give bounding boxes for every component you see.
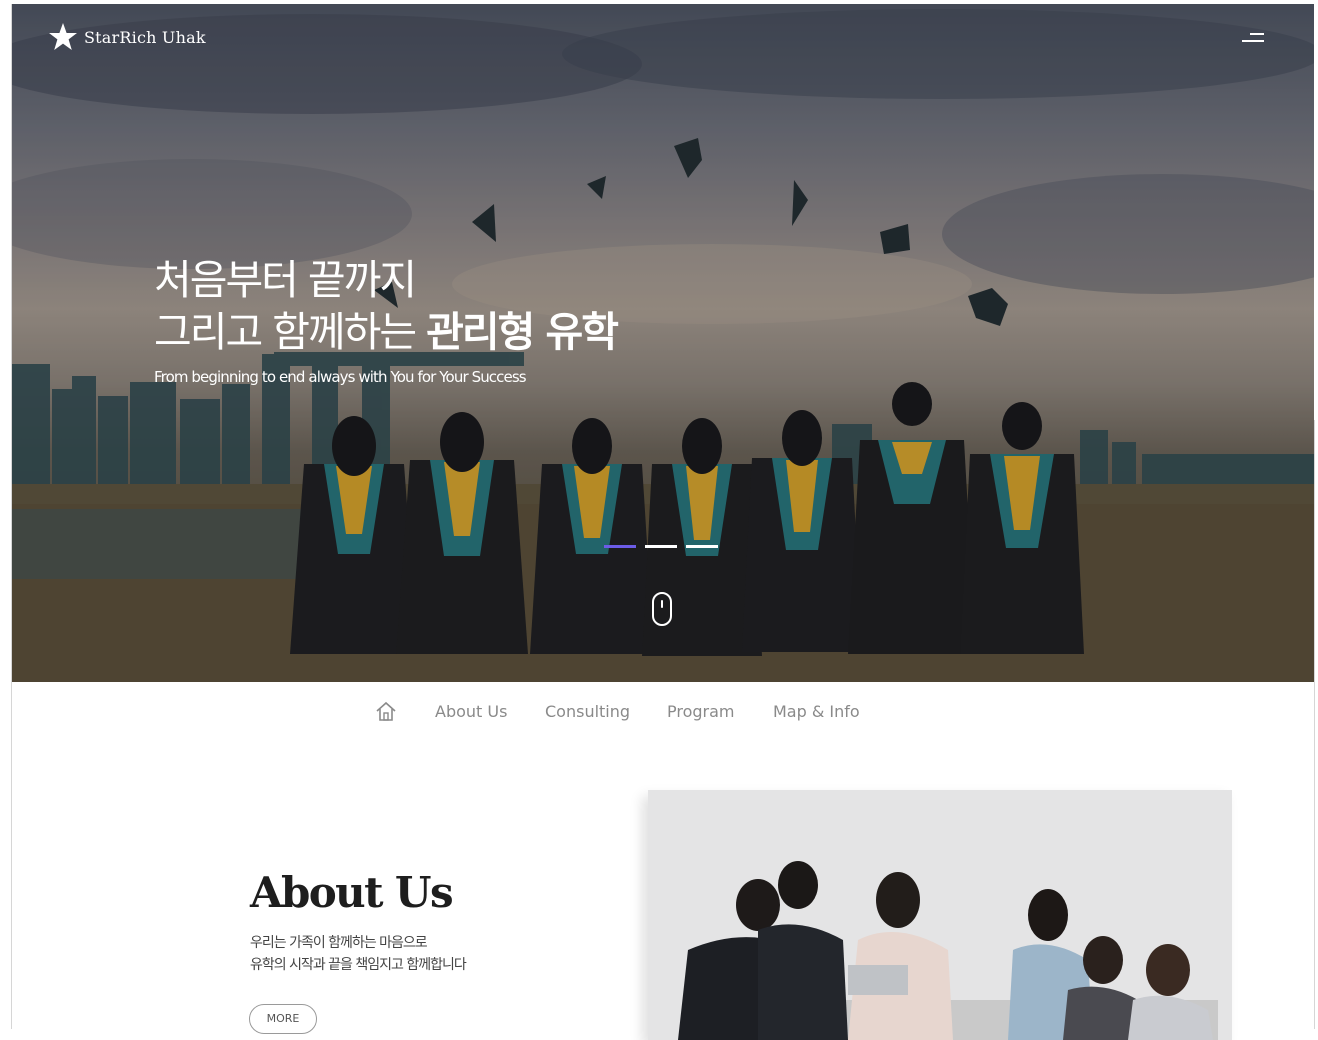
logo-text: StarRich Uhak <box>84 27 206 47</box>
team-photo-illustration <box>648 790 1232 1040</box>
hero-headline-line2: 그리고 함께하는 관리형 유학 <box>154 298 619 358</box>
nav-item-map-info[interactable]: Map & Info <box>773 702 860 721</box>
about-description: 우리는 가족이 함께하는 마음으로 유학의 시작과 끝을 책임지고 함께합니다 <box>250 932 467 976</box>
mouse-scroll-icon[interactable] <box>652 592 672 626</box>
about-desc-line1: 우리는 가족이 함께하는 마음으로 <box>250 935 428 951</box>
hero-headline-bold: 관리형 유학 <box>426 308 619 356</box>
star-logo-icon <box>49 23 77 50</box>
about-team-photo <box>648 790 1232 1040</box>
nav-item-consulting[interactable]: Consulting <box>545 702 630 721</box>
hero-headline-light: 그리고 함께하는 <box>154 308 417 356</box>
hero-banner: StarRich Uhak 처음부터 끝까지 그리고 함께하는 관리형 유학 F… <box>12 4 1314 682</box>
menu-line-top <box>1250 33 1264 35</box>
about-title: About Us <box>250 868 454 917</box>
slide-dot-2[interactable] <box>645 545 677 548</box>
nav-item-program[interactable]: Program <box>667 702 735 721</box>
about-desc-line2: 유학의 시작과 끝을 책임지고 함께합니다 <box>250 957 467 973</box>
slide-indicator <box>604 545 718 548</box>
nav-item-about-us[interactable]: About Us <box>435 702 507 721</box>
home-icon[interactable] <box>375 700 397 722</box>
menu-line-bottom <box>1242 40 1264 42</box>
slide-dot-3[interactable] <box>686 545 718 548</box>
more-button[interactable]: MORE <box>249 1004 317 1034</box>
slide-dot-1[interactable] <box>604 545 636 548</box>
hero-subtitle: From beginning to end always with You fo… <box>154 368 527 386</box>
hamburger-menu-icon[interactable] <box>1238 30 1264 48</box>
site-logo[interactable]: StarRich Uhak <box>48 22 206 52</box>
section-nav: About Us Consulting Program Map & Info <box>0 692 1318 732</box>
hero-headline-line1: 처음부터 끝까지 <box>154 256 417 304</box>
